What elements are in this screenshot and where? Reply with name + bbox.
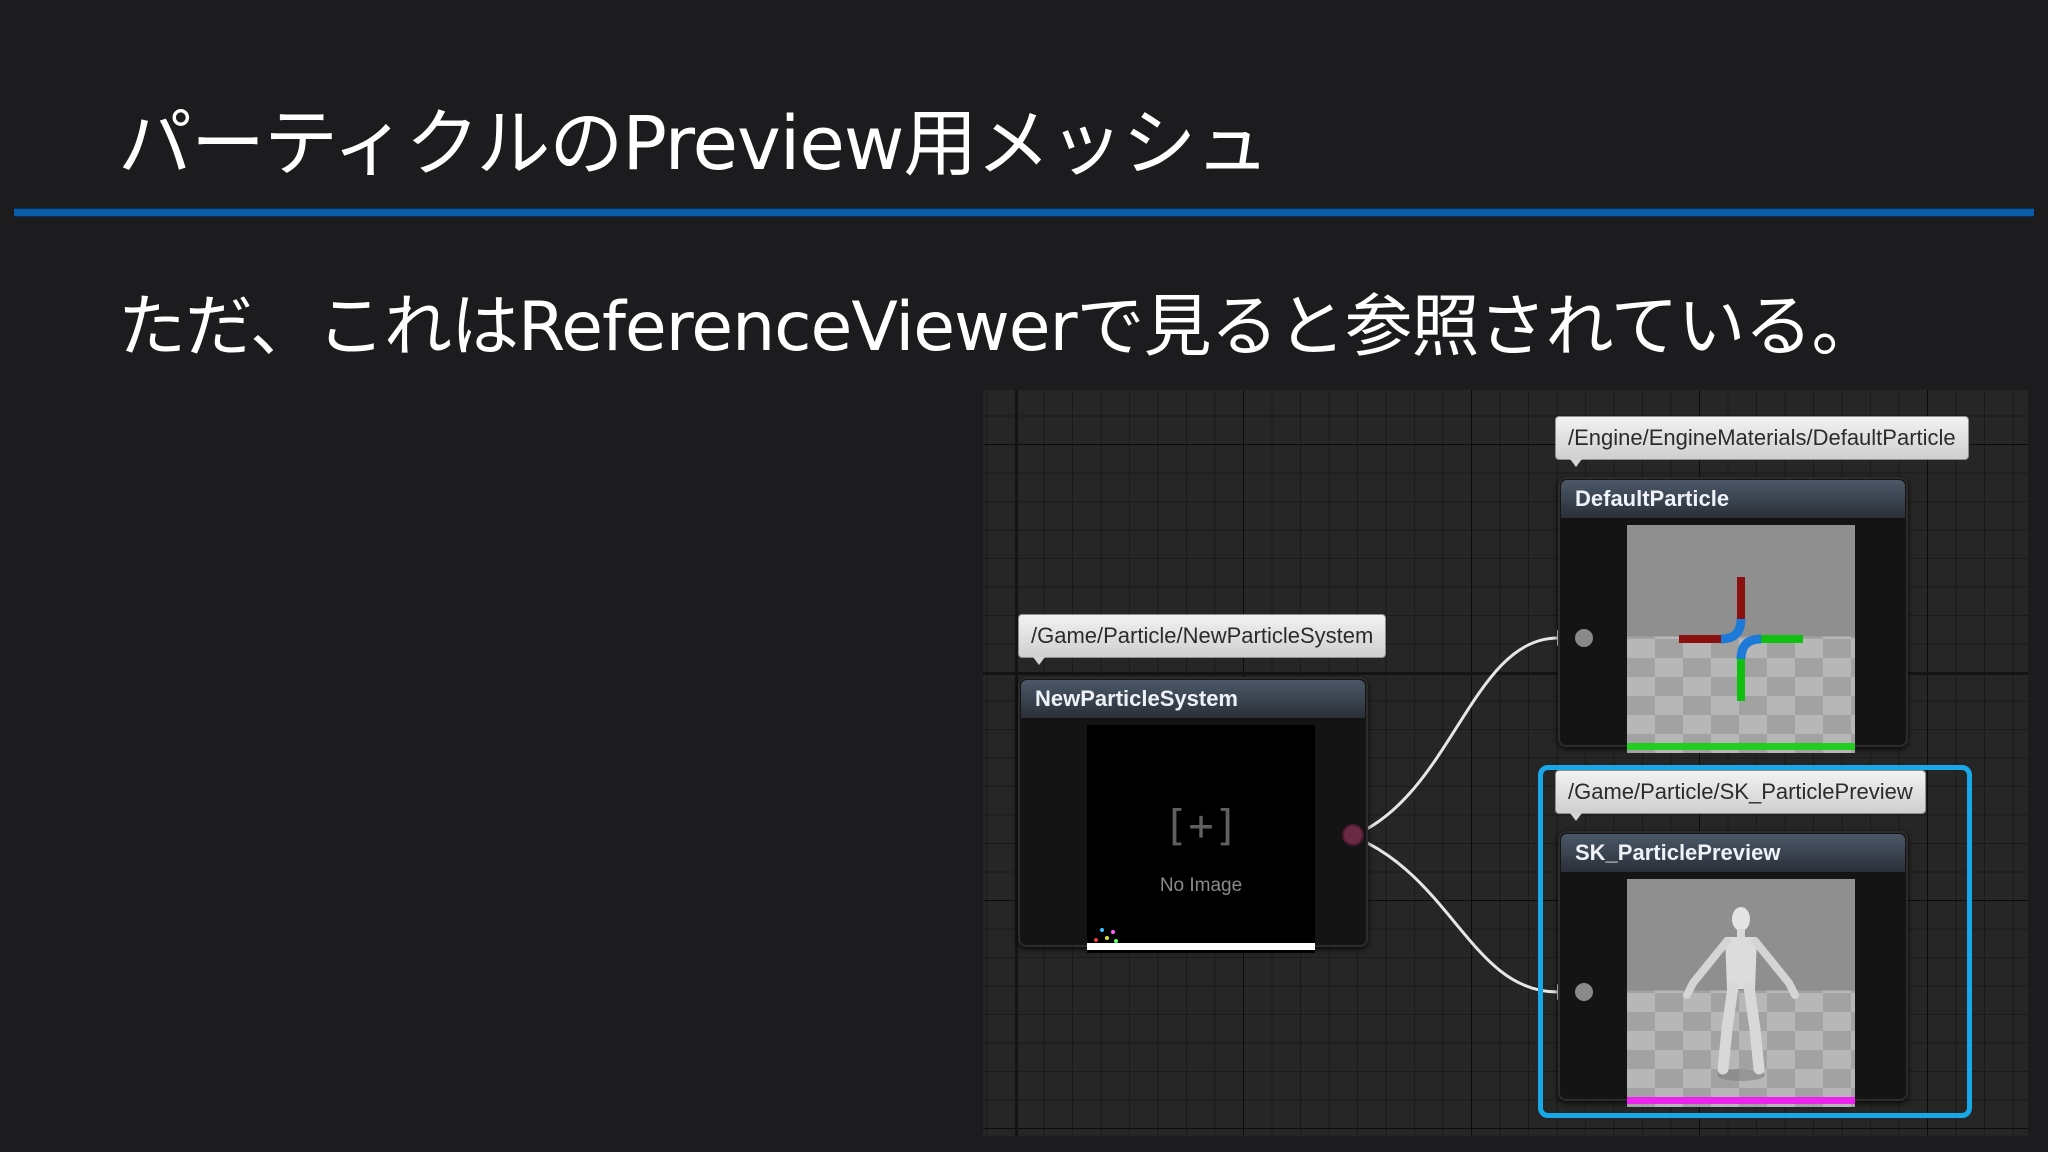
node-title: SK_ParticlePreview <box>1561 834 1905 872</box>
slide-body-text: ただ、これはReferenceViewerで見ると参照されている。 <box>118 288 1880 367</box>
node-path-tooltip: /Game/Particle/NewParticleSystem <box>1018 614 1387 665</box>
input-pin[interactable] <box>1575 629 1593 647</box>
wire-to-sk-particle-preview <box>1356 836 1559 994</box>
skeletal-mesh-mannequin-icon <box>1683 907 1799 1081</box>
particle-system-icon <box>1094 928 1118 943</box>
node-default-particle[interactable]: DefaultParticle <box>1558 477 1908 753</box>
input-pin[interactable] <box>1575 983 1593 1001</box>
slide-title: パーティクルのPreview用メッシュ <box>118 101 1269 187</box>
node-new-particle-system[interactable]: NewParticleSystem [+] No Image <box>1018 677 1368 953</box>
node-sk-particle-preview[interactable]: SK_ParticlePreview <box>1558 831 1908 1107</box>
node-thumbnail <box>1627 525 1855 753</box>
node-path-tooltip: /Engine/EngineMaterials/DefaultParticle <box>1555 416 1969 467</box>
title-divider <box>14 208 2034 217</box>
asset-type-bar <box>1087 943 1315 950</box>
node-path-tooltip: /Game/Particle/SK_ParticlePreview <box>1555 770 1926 821</box>
no-image-icon: [+] <box>1163 801 1239 850</box>
asset-type-bar <box>1627 743 1855 750</box>
asset-type-bar <box>1627 1097 1855 1104</box>
node-thumbnail <box>1627 879 1855 1107</box>
node-title: DefaultParticle <box>1561 480 1905 518</box>
output-pin[interactable] <box>1344 826 1362 844</box>
material-preview-gizmo-icon <box>1679 577 1803 701</box>
node-title: NewParticleSystem <box>1021 680 1365 718</box>
node-thumbnail: [+] No Image <box>1087 725 1315 953</box>
reference-viewer-graph[interactable]: /Game/Particle/NewParticleSystem NewPart… <box>983 390 2028 1136</box>
no-image-label: No Image <box>1159 875 1243 896</box>
wire-to-default-particle <box>1356 636 1559 836</box>
